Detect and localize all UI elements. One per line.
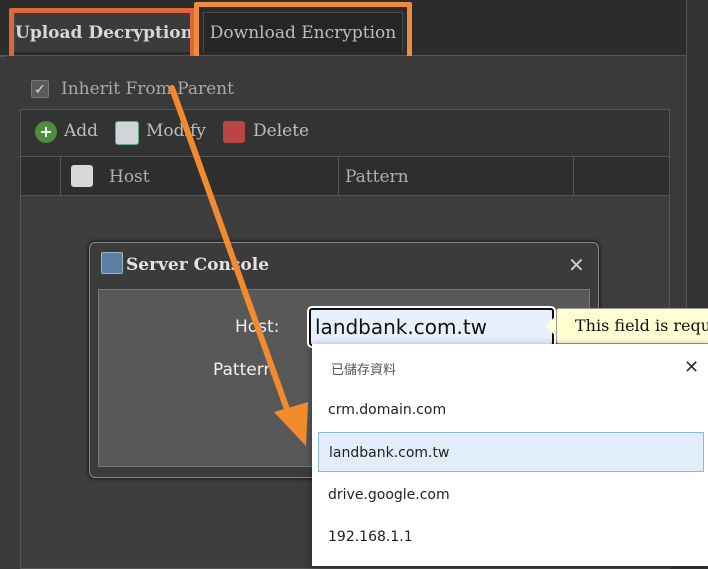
autocomplete-title: 已儲存資料 (331, 363, 397, 378)
host-input[interactable]: landbank.com.tw (307, 306, 556, 348)
column-separator (60, 157, 61, 195)
delete-icon[interactable] (223, 121, 245, 143)
close-icon[interactable]: ✕ (684, 357, 699, 378)
modify-button[interactable]: Modify (146, 121, 206, 141)
close-icon[interactable]: ✕ (568, 253, 585, 277)
delete-button[interactable]: Delete (253, 121, 309, 141)
column-separator (573, 157, 574, 195)
floppy-disk-icon (101, 252, 123, 274)
autocomplete-item[interactable]: 192.168.1.1 (318, 517, 704, 557)
autocomplete-item-selected[interactable]: landbank.com.tw (318, 432, 704, 472)
validation-tooltip: This field is required (556, 308, 708, 344)
highlight-box-red (9, 8, 195, 62)
inherit-checkbox[interactable]: ✓ (31, 80, 49, 98)
autocomplete-item[interactable]: drive.google.com (318, 475, 704, 515)
modify-icon[interactable] (115, 121, 139, 145)
column-separator (338, 157, 339, 195)
pattern-label: Pattern (213, 360, 275, 380)
dialog-title: Server Console (126, 255, 270, 275)
column-header-host[interactable]: Host (109, 167, 150, 187)
column-header-pattern[interactable]: Pattern (345, 167, 409, 187)
inherit-label: Inherit From Parent (61, 79, 234, 99)
select-all-checkbox[interactable] (71, 165, 93, 187)
host-label: Host: (235, 317, 280, 337)
autocomplete-item[interactable]: crm.domain.com (318, 390, 704, 430)
add-button[interactable]: Add (64, 121, 98, 141)
add-icon[interactable]: + (35, 121, 57, 143)
